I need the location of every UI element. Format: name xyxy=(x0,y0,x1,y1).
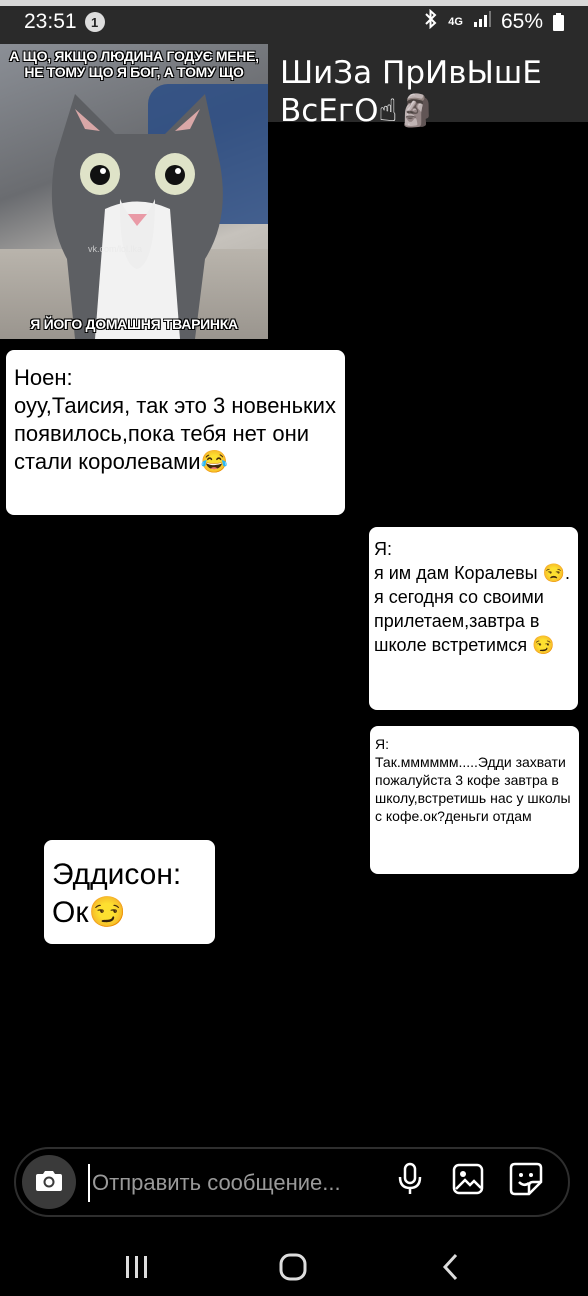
gallery-button[interactable] xyxy=(450,1163,486,1199)
camera-button[interactable] xyxy=(22,1155,76,1209)
microphone-icon xyxy=(397,1162,423,1200)
signal-icon xyxy=(473,10,491,34)
back-button[interactable] xyxy=(438,1253,462,1285)
message-bubble-me[interactable]: Я: Так.мммммм.....Эдди захвати пожалуйст… xyxy=(370,726,579,874)
image-icon xyxy=(452,1163,484,1199)
recent-apps-button[interactable] xyxy=(122,1254,152,1284)
meme-top-caption: А ЩО, ЯКЩО ЛЮДИНА ГОДУЄ МЕНЕ, НЕ ТОМУ ЩО… xyxy=(9,48,259,80)
battery-icon xyxy=(553,13,564,31)
home-icon xyxy=(279,1253,307,1285)
recent-apps-icon xyxy=(124,1255,150,1283)
battery-percent: 65% xyxy=(500,10,543,33)
network-type: 4G xyxy=(448,16,463,28)
status-right: 4G 65% xyxy=(424,8,564,35)
cat-picture xyxy=(51,94,223,339)
navigation-bar xyxy=(0,1240,588,1296)
meme-watermark: vk.com/lol.lka xyxy=(88,244,143,254)
status-bar-edge xyxy=(0,0,588,6)
chat-title[interactable]: ШиЗа ПрИвЫшЕ ВсЕгО☝🗿 xyxy=(280,54,580,130)
status-left: 23:51 1 xyxy=(24,10,105,34)
back-icon xyxy=(441,1253,459,1285)
meme-image[interactable]: А ЩО, ЯКЩО ЛЮДИНА ГОДУЄ МЕНЕ, НЕ ТОМУ ЩО… xyxy=(0,44,268,339)
message-bubble-me[interactable]: Я: я им дам Коралевы 😒. я сегодня со сво… xyxy=(369,527,578,710)
sticker-button[interactable] xyxy=(508,1162,544,1200)
status-time: 23:51 xyxy=(24,10,77,33)
meme-bottom-caption: Я ЙОГО ДОМАШНЯ ТВАРИНКА xyxy=(30,316,238,332)
message-bubble-noen[interactable]: Ноен: оуу,Таисия, так это 3 новеньких по… xyxy=(6,350,345,515)
status-bar: 23:51 1 4G 65% xyxy=(0,0,588,44)
message-input[interactable] xyxy=(88,1164,378,1202)
notification-badge: 1 xyxy=(84,12,105,32)
message-bubble-eddison[interactable]: Эддисон: Ок😏 xyxy=(44,840,215,944)
microphone-button[interactable] xyxy=(392,1162,428,1200)
home-button[interactable] xyxy=(277,1253,309,1285)
camera-icon xyxy=(35,1168,63,1196)
bluetooth-icon xyxy=(424,8,438,35)
sticker-icon xyxy=(509,1162,543,1200)
